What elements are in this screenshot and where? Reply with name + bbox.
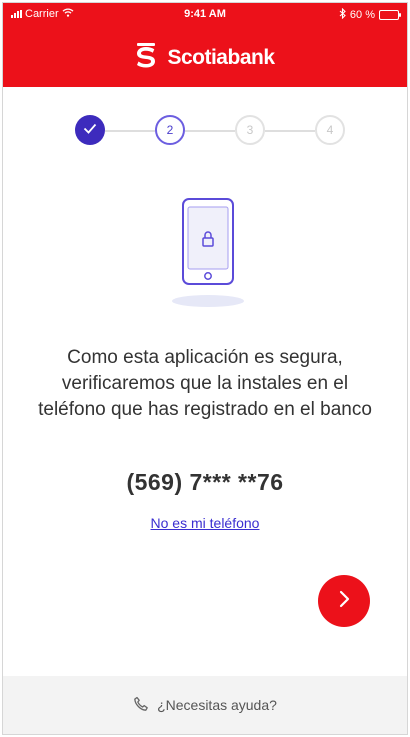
message-line: Como esta aplicación es segura,: [67, 347, 343, 368]
phone-shadow: [172, 295, 244, 307]
step-connector: [105, 130, 155, 132]
step-2-current: 2: [155, 115, 185, 145]
security-message: Como esta aplicación es segura, verifica…: [13, 345, 397, 423]
registered-phone-number: (569) 7*** **76: [126, 469, 284, 495]
message-line: verificaremos que la instales en el: [61, 373, 349, 394]
chevron-right-icon: [336, 589, 352, 614]
step-connector: [265, 130, 315, 132]
step-4-pending: 4: [315, 115, 345, 145]
brand-logo: Scotiabank: [3, 41, 407, 75]
step-3-pending: 3: [235, 115, 265, 145]
scotiabank-logo-icon: [135, 42, 157, 74]
help-label: ¿Necesitas ayuda?: [157, 697, 277, 713]
check-icon: [83, 123, 97, 137]
progress-stepper: 2 3 4: [75, 115, 345, 147]
step-connector: [185, 130, 235, 132]
not-mine-container: No es mi teléfono: [3, 515, 407, 533]
battery-percent: 60 %: [349, 9, 375, 21]
phone-lock-illustration: [163, 197, 253, 312]
message-line: teléfono que has registrado en el banco: [38, 399, 372, 420]
bluetooth-icon: [339, 7, 346, 22]
help-footer[interactable]: ¿Necesitas ayuda?: [3, 676, 407, 734]
status-right: 60 %: [339, 7, 401, 22]
battery-icon: [379, 10, 401, 20]
step-1-completed: [75, 115, 105, 145]
brand-name: Scotiabank: [167, 46, 275, 69]
header: Carrier 9:41 AM 60 % Scotiabank: [3, 3, 407, 87]
status-bar: Carrier 9:41 AM 60 %: [3, 3, 407, 25]
not-my-phone-link[interactable]: No es mi teléfono: [151, 515, 260, 531]
app-screen: Carrier 9:41 AM 60 % Scotiabank 2 3 4 Co…: [2, 2, 408, 735]
next-button[interactable]: [318, 575, 370, 627]
phone-icon: [133, 696, 149, 715]
